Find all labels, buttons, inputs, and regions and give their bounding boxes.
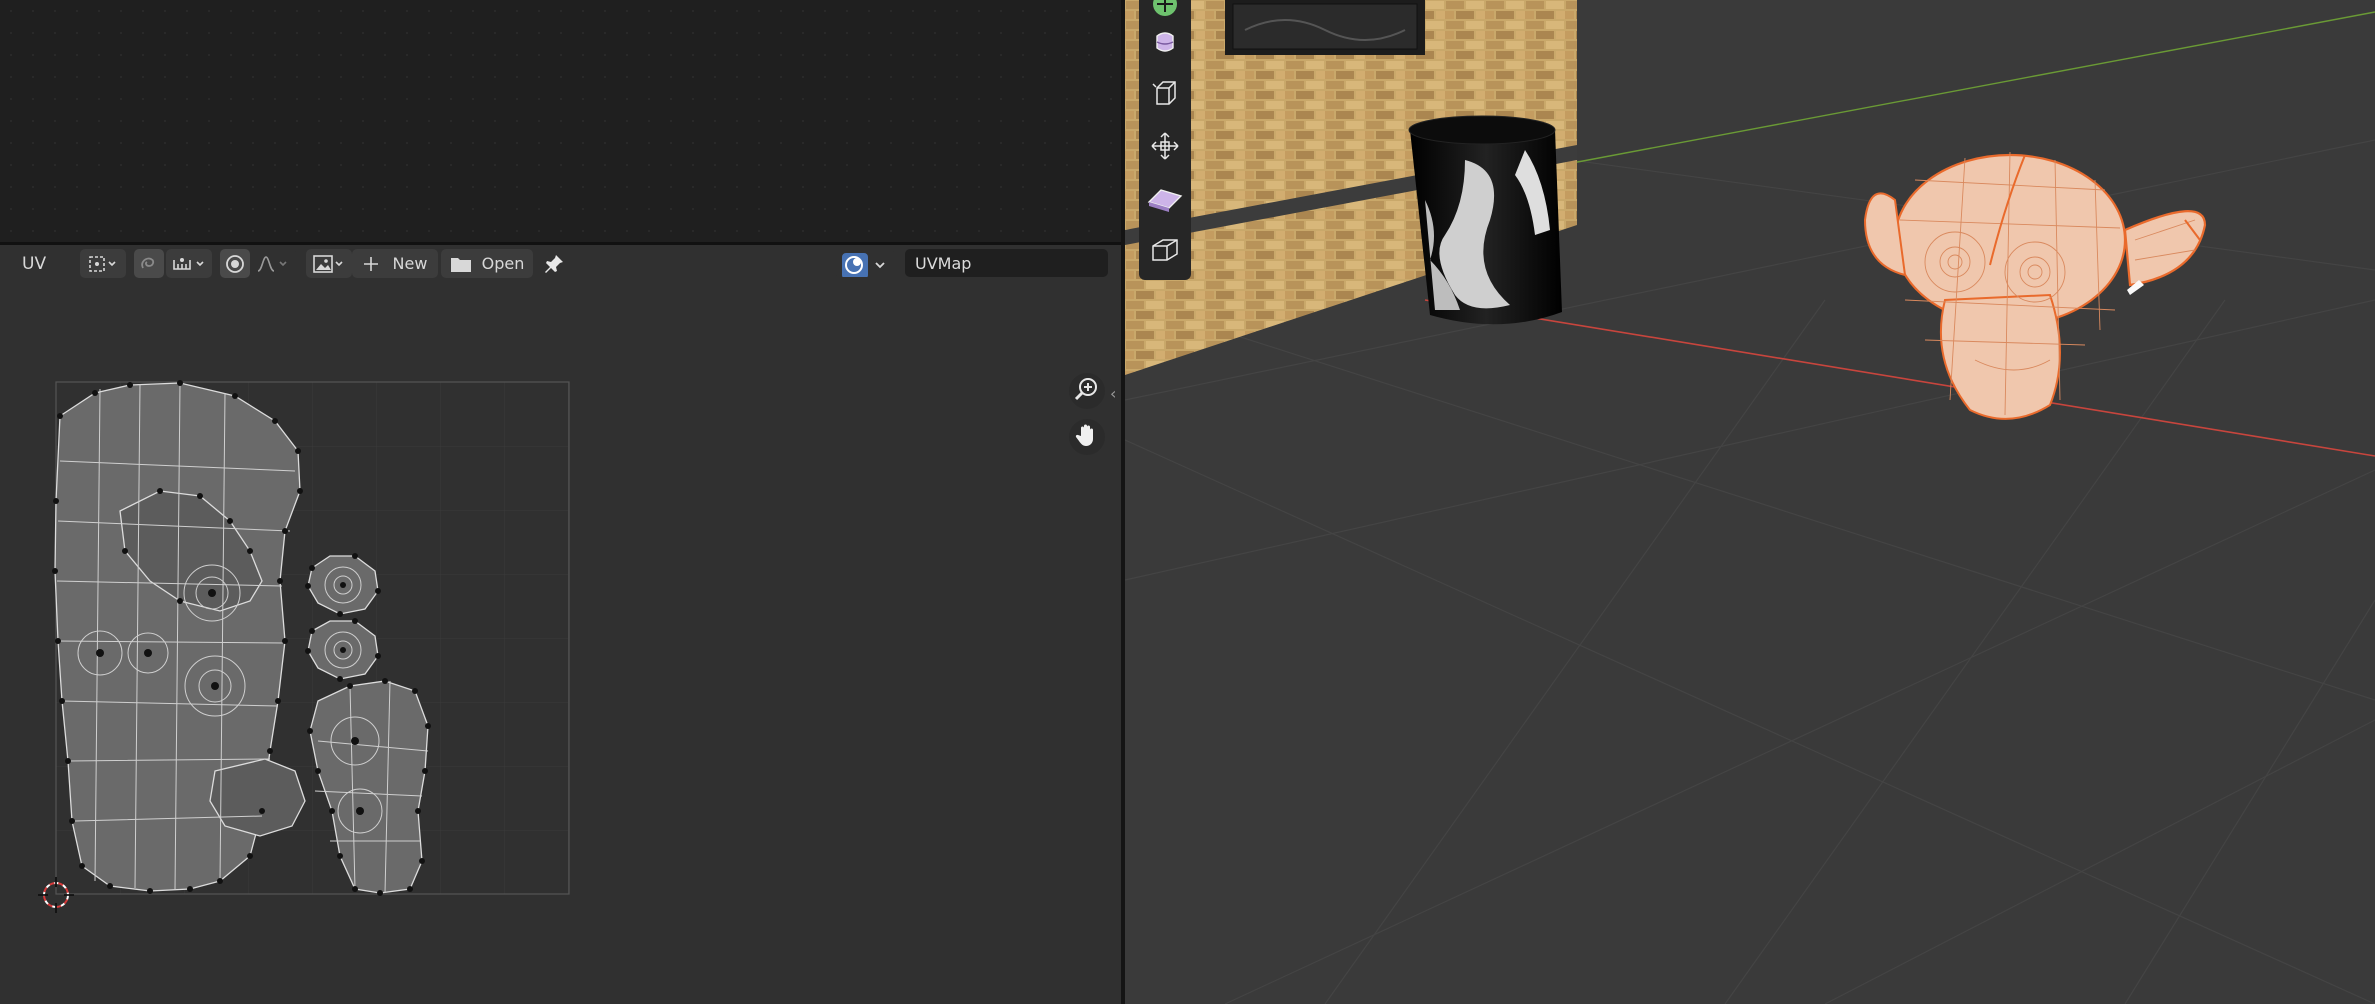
image-browse-icon: [312, 254, 346, 274]
uv-canvas[interactable]: ‹: [0, 281, 1121, 1004]
measure-tool[interactable]: [1145, 180, 1185, 220]
add-cube-tool[interactable]: [1145, 232, 1185, 272]
pivot-dropdown[interactable]: [80, 249, 126, 278]
x-axis-line: [1424, 299, 2375, 457]
proportional-editing-toggle[interactable]: [220, 249, 250, 278]
pin-icon: [543, 253, 565, 275]
uv-cursor-icon[interactable]: [36, 875, 76, 915]
uv-editor: UV New Open UVMap ‹: [0, 245, 1121, 1004]
uv-island-ear-left: [309, 680, 429, 894]
uv-editor-header: UV New Open UVMap: [0, 245, 1121, 281]
scale-tool[interactable]: [1145, 76, 1185, 116]
sticky-select-icon: [138, 253, 160, 275]
open-image-button[interactable]: Open: [441, 249, 533, 278]
sidebar-toggle-icon[interactable]: ‹: [1110, 384, 1116, 403]
snapping-icon: [171, 254, 207, 274]
tool-shelf: [1139, 0, 1191, 280]
snapping-dropdown[interactable]: [166, 249, 212, 278]
image-browse-dropdown[interactable]: [306, 249, 352, 278]
zoom-icon: [1074, 376, 1100, 406]
sticky-select-toggle[interactable]: [134, 249, 164, 278]
transform-tool-icon: [1149, 130, 1181, 166]
cursor-tool-icon: [1149, 0, 1181, 24]
add-cube-icon: [1149, 234, 1181, 270]
top-editor-area: [0, 0, 1123, 242]
plus-icon: [363, 256, 379, 272]
cylinder-object: [1408, 115, 1562, 325]
uv-island-chin: [209, 758, 306, 837]
scale-tool-icon: [1149, 78, 1181, 114]
3d-viewport[interactable]: [1125, 0, 2375, 1004]
falloff-dropdown[interactable]: [252, 249, 296, 278]
transform-tool[interactable]: [1145, 128, 1185, 168]
cursor-tool[interactable]: [1145, 0, 1185, 26]
pan-hand-icon: [1074, 422, 1100, 452]
zoom-button[interactable]: [1069, 373, 1105, 409]
viewport-scene: [1125, 0, 2375, 1004]
pin-toggle[interactable]: [537, 249, 571, 278]
new-image-button[interactable]: New: [352, 249, 438, 278]
uv-mode-label[interactable]: UV: [22, 254, 46, 274]
move-tool-icon: [1149, 26, 1181, 62]
pivot-icon: [88, 254, 118, 274]
uv-islands: [52, 380, 431, 896]
uv-sync-selection-dropdown[interactable]: [836, 249, 894, 278]
y-axis-line: [1534, 11, 2375, 171]
pan-button[interactable]: [1069, 419, 1105, 455]
falloff-icon: [256, 254, 292, 274]
new-button-label: New: [392, 254, 428, 273]
proportional-editing-icon: [224, 253, 246, 275]
folder-icon: [450, 255, 472, 273]
move-tool[interactable]: [1145, 24, 1185, 64]
measure-tool-icon: [1147, 182, 1183, 218]
suzanne-object: [1863, 151, 2207, 420]
uvmap-name-field[interactable]: UVMap: [905, 249, 1108, 277]
open-button-label: Open: [481, 254, 525, 273]
uv-sync-selection-icon: [840, 251, 890, 277]
